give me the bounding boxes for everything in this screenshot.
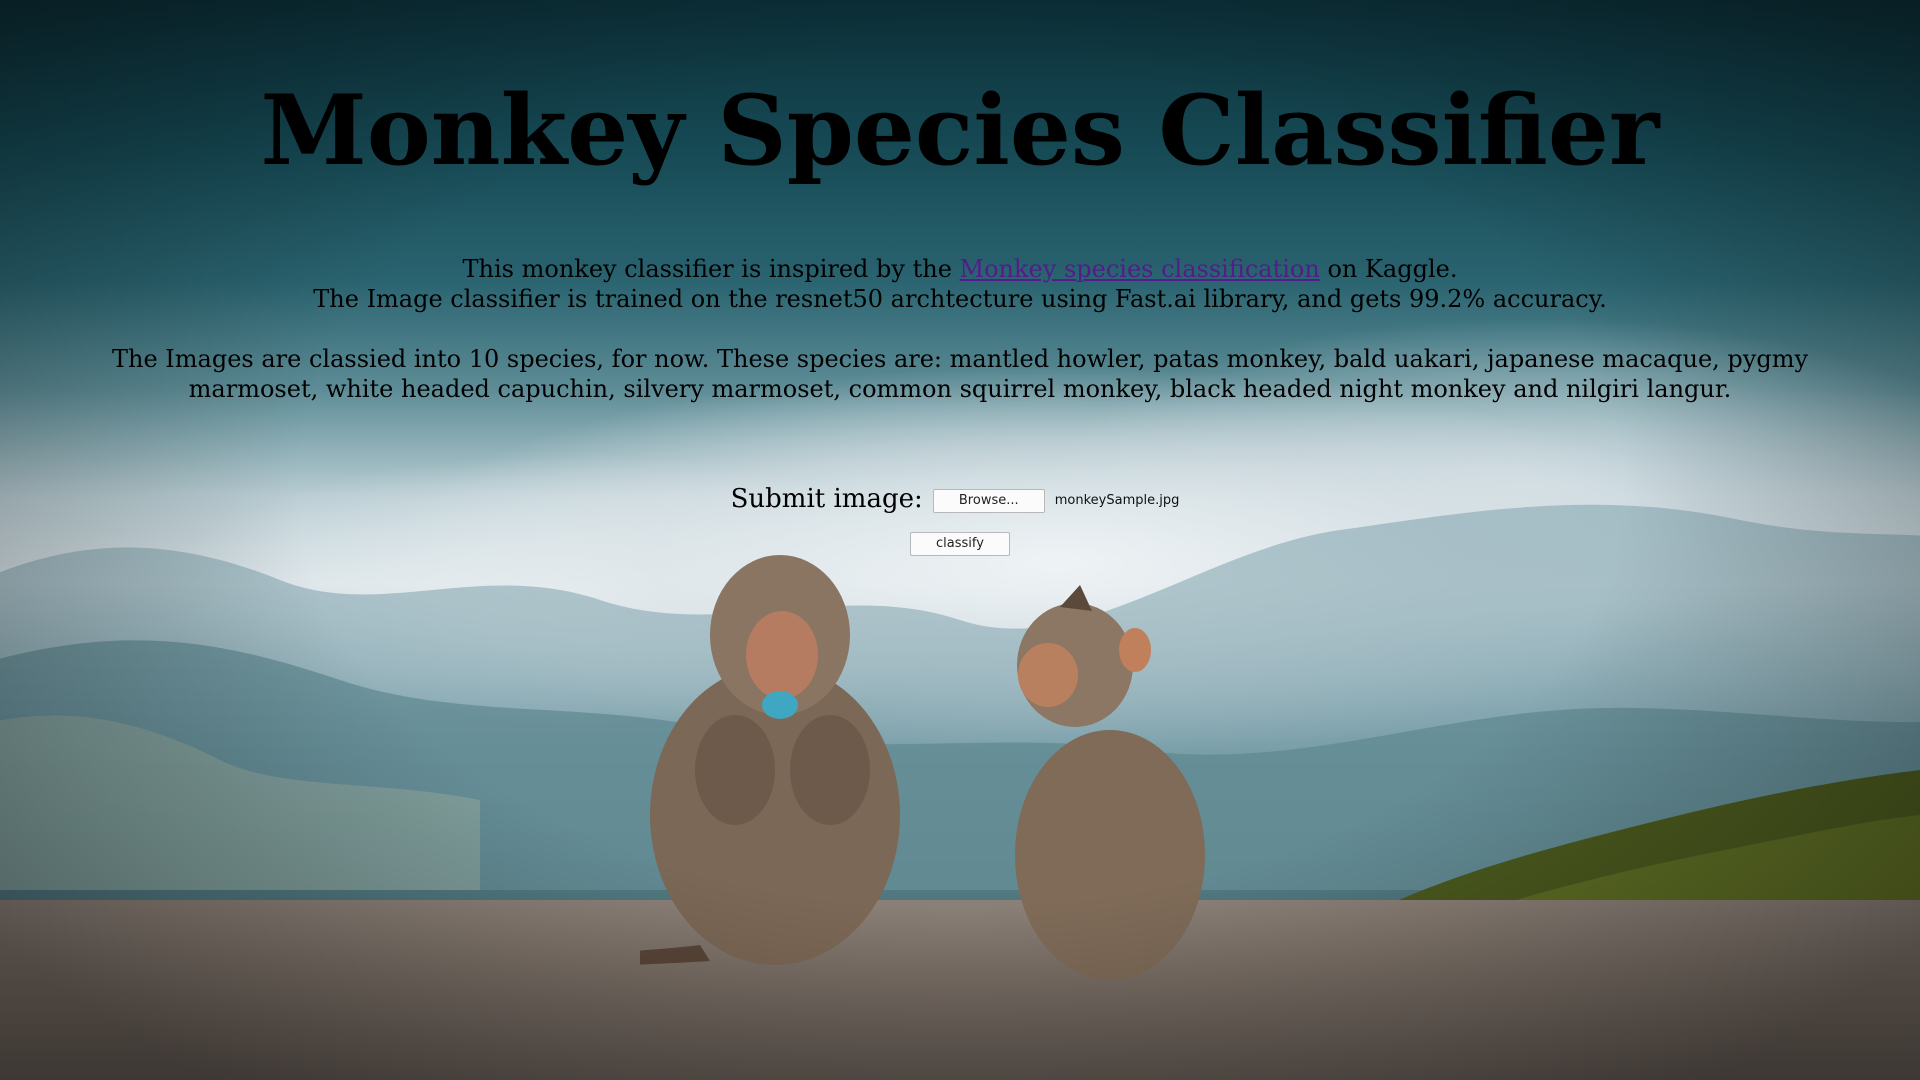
classify-button[interactable]: classify: [910, 531, 1010, 556]
intro-line-1: This monkey classifier is inspired by th…: [0, 254, 1920, 284]
intro-line-1-suffix: on Kaggle.: [1319, 254, 1458, 283]
intro-text: This monkey classifier is inspired by th…: [0, 254, 1920, 314]
browse-button[interactable]: Browse...: [932, 488, 1045, 513]
file-input-row: Submit image: Browse... monkeySample.jpg: [0, 484, 1920, 514]
classify-row: classify: [0, 531, 1920, 556]
main-content: Monkey Species Classifier This monkey cl…: [0, 0, 1920, 556]
kaggle-dataset-link[interactable]: Monkey species classification: [960, 255, 1320, 283]
intro-line-2: The Image classifier is trained on the r…: [313, 284, 1607, 313]
selected-file-name: monkeySample.jpg: [1054, 493, 1180, 509]
upload-form: Submit image: Browse... monkeySample.jpg…: [0, 484, 1920, 556]
submit-image-label: Submit image:: [730, 483, 923, 514]
page-title: Monkey Species Classifier: [260, 74, 1660, 187]
species-description: The Images are classied into 10 species,…: [111, 344, 1809, 403]
intro-line-1-prefix: This monkey classifier is inspired by th…: [462, 254, 960, 283]
